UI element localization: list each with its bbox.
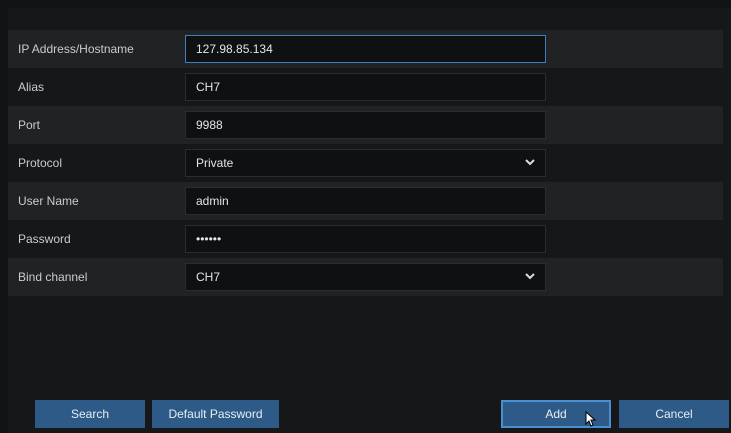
alias-input[interactable]: CH7 xyxy=(185,73,546,101)
cancel-button[interactable]: Cancel xyxy=(619,400,729,428)
ip-address-label: IP Address/Hostname xyxy=(18,42,134,56)
port-value: 9988 xyxy=(196,118,223,132)
bind-channel-value: CH7 xyxy=(196,270,221,284)
password-input[interactable]: •••••• xyxy=(185,225,546,253)
protocol-value: Private xyxy=(196,156,234,170)
alias-label: Alias xyxy=(18,80,45,94)
chevron-down-icon[interactable] xyxy=(525,150,535,176)
ip-address-input[interactable]: 127.98.85.134 xyxy=(185,35,546,63)
protocol-row: Protocol Private xyxy=(8,144,723,182)
protocol-select[interactable]: Private xyxy=(185,149,546,177)
alias-row: Alias CH7 xyxy=(8,68,723,106)
ip-address-value: 127.98.85.134 xyxy=(196,42,273,56)
mouse-pointer-icon xyxy=(585,410,597,427)
search-button[interactable]: Search xyxy=(35,400,145,428)
bind-channel-row: Bind channel CH7 xyxy=(8,258,723,296)
username-row: User Name admin xyxy=(8,182,723,220)
password-row: Password •••••• xyxy=(8,220,723,258)
ip-address-row: IP Address/Hostname 127.98.85.134 xyxy=(8,30,723,68)
username-input[interactable]: admin xyxy=(185,187,546,215)
empty-row xyxy=(8,296,723,334)
port-row: Port 9988 xyxy=(8,106,723,144)
bind-channel-select[interactable]: CH7 xyxy=(185,263,546,291)
port-label: Port xyxy=(18,118,41,132)
password-label: Password xyxy=(18,232,71,246)
username-label: User Name xyxy=(18,194,79,208)
username-value: admin xyxy=(196,194,229,208)
port-input[interactable]: 9988 xyxy=(185,111,546,139)
alias-value: CH7 xyxy=(196,80,221,94)
chevron-down-icon[interactable] xyxy=(525,264,535,290)
bind-channel-label: Bind channel xyxy=(18,270,88,284)
password-value: •••••• xyxy=(196,232,222,246)
default-password-button[interactable]: Default Password xyxy=(152,400,279,428)
protocol-label: Protocol xyxy=(18,156,63,170)
